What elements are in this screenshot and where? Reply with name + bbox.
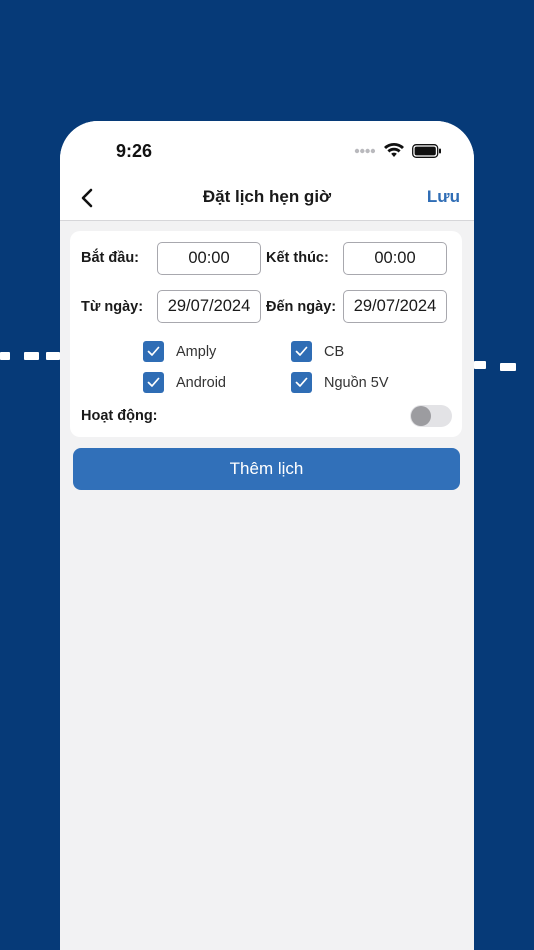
checkbox-nguon-5v[interactable]: Nguồn 5V bbox=[291, 372, 389, 393]
to-date-label: Đến ngày: bbox=[266, 299, 337, 315]
checkbox-checked-icon bbox=[291, 341, 312, 362]
checkbox-checked-icon bbox=[143, 341, 164, 362]
battery-icon bbox=[412, 143, 441, 158]
save-button[interactable]: Lưu bbox=[427, 187, 460, 207]
active-toggle[interactable] bbox=[410, 405, 452, 427]
from-date-label: Từ ngày: bbox=[81, 299, 144, 315]
checkbox-label: Amply bbox=[176, 343, 217, 360]
end-time-field[interactable]: 00:00 bbox=[343, 242, 447, 275]
nav-bar: Đặt lịch hẹn giờ Lưu bbox=[60, 177, 474, 221]
to-date-field[interactable]: 29/07/2024 bbox=[343, 290, 447, 323]
phone-screen: 9:26 Đặt lịch hẹn giờ Lưu Bắt đầu: 00:00… bbox=[60, 121, 474, 950]
signal-dots-icon bbox=[354, 148, 376, 153]
from-date-field[interactable]: 29/07/2024 bbox=[157, 290, 261, 323]
status-icons bbox=[354, 143, 442, 158]
status-bar: 9:26 bbox=[60, 121, 474, 177]
checkbox-label: Nguồn 5V bbox=[324, 374, 389, 391]
end-time-label: Kết thúc: bbox=[266, 250, 329, 266]
checkbox-checked-icon bbox=[291, 372, 312, 393]
add-schedule-button[interactable]: Thêm lịch bbox=[73, 448, 460, 490]
checkbox-checked-icon bbox=[143, 372, 164, 393]
active-label: Hoạt động: bbox=[81, 408, 158, 424]
checkbox-label: Android bbox=[176, 374, 226, 391]
checkbox-android[interactable]: Android bbox=[143, 372, 226, 393]
start-time-field[interactable]: 00:00 bbox=[157, 242, 261, 275]
status-time: 9:26 bbox=[116, 141, 153, 161]
page-title: Đặt lịch hẹn giờ bbox=[202, 187, 332, 206]
wifi-icon bbox=[384, 143, 404, 157]
checkbox-cb[interactable]: CB bbox=[291, 341, 344, 362]
toggle-knob bbox=[411, 406, 431, 426]
checkbox-amply[interactable]: Amply bbox=[143, 341, 216, 362]
schedule-form-card: Bắt đầu: 00:00 Kết thúc: 00:00 Từ ngày: … bbox=[70, 231, 462, 437]
checkbox-label: CB bbox=[324, 343, 345, 360]
start-time-label: Bắt đầu: bbox=[81, 250, 139, 266]
